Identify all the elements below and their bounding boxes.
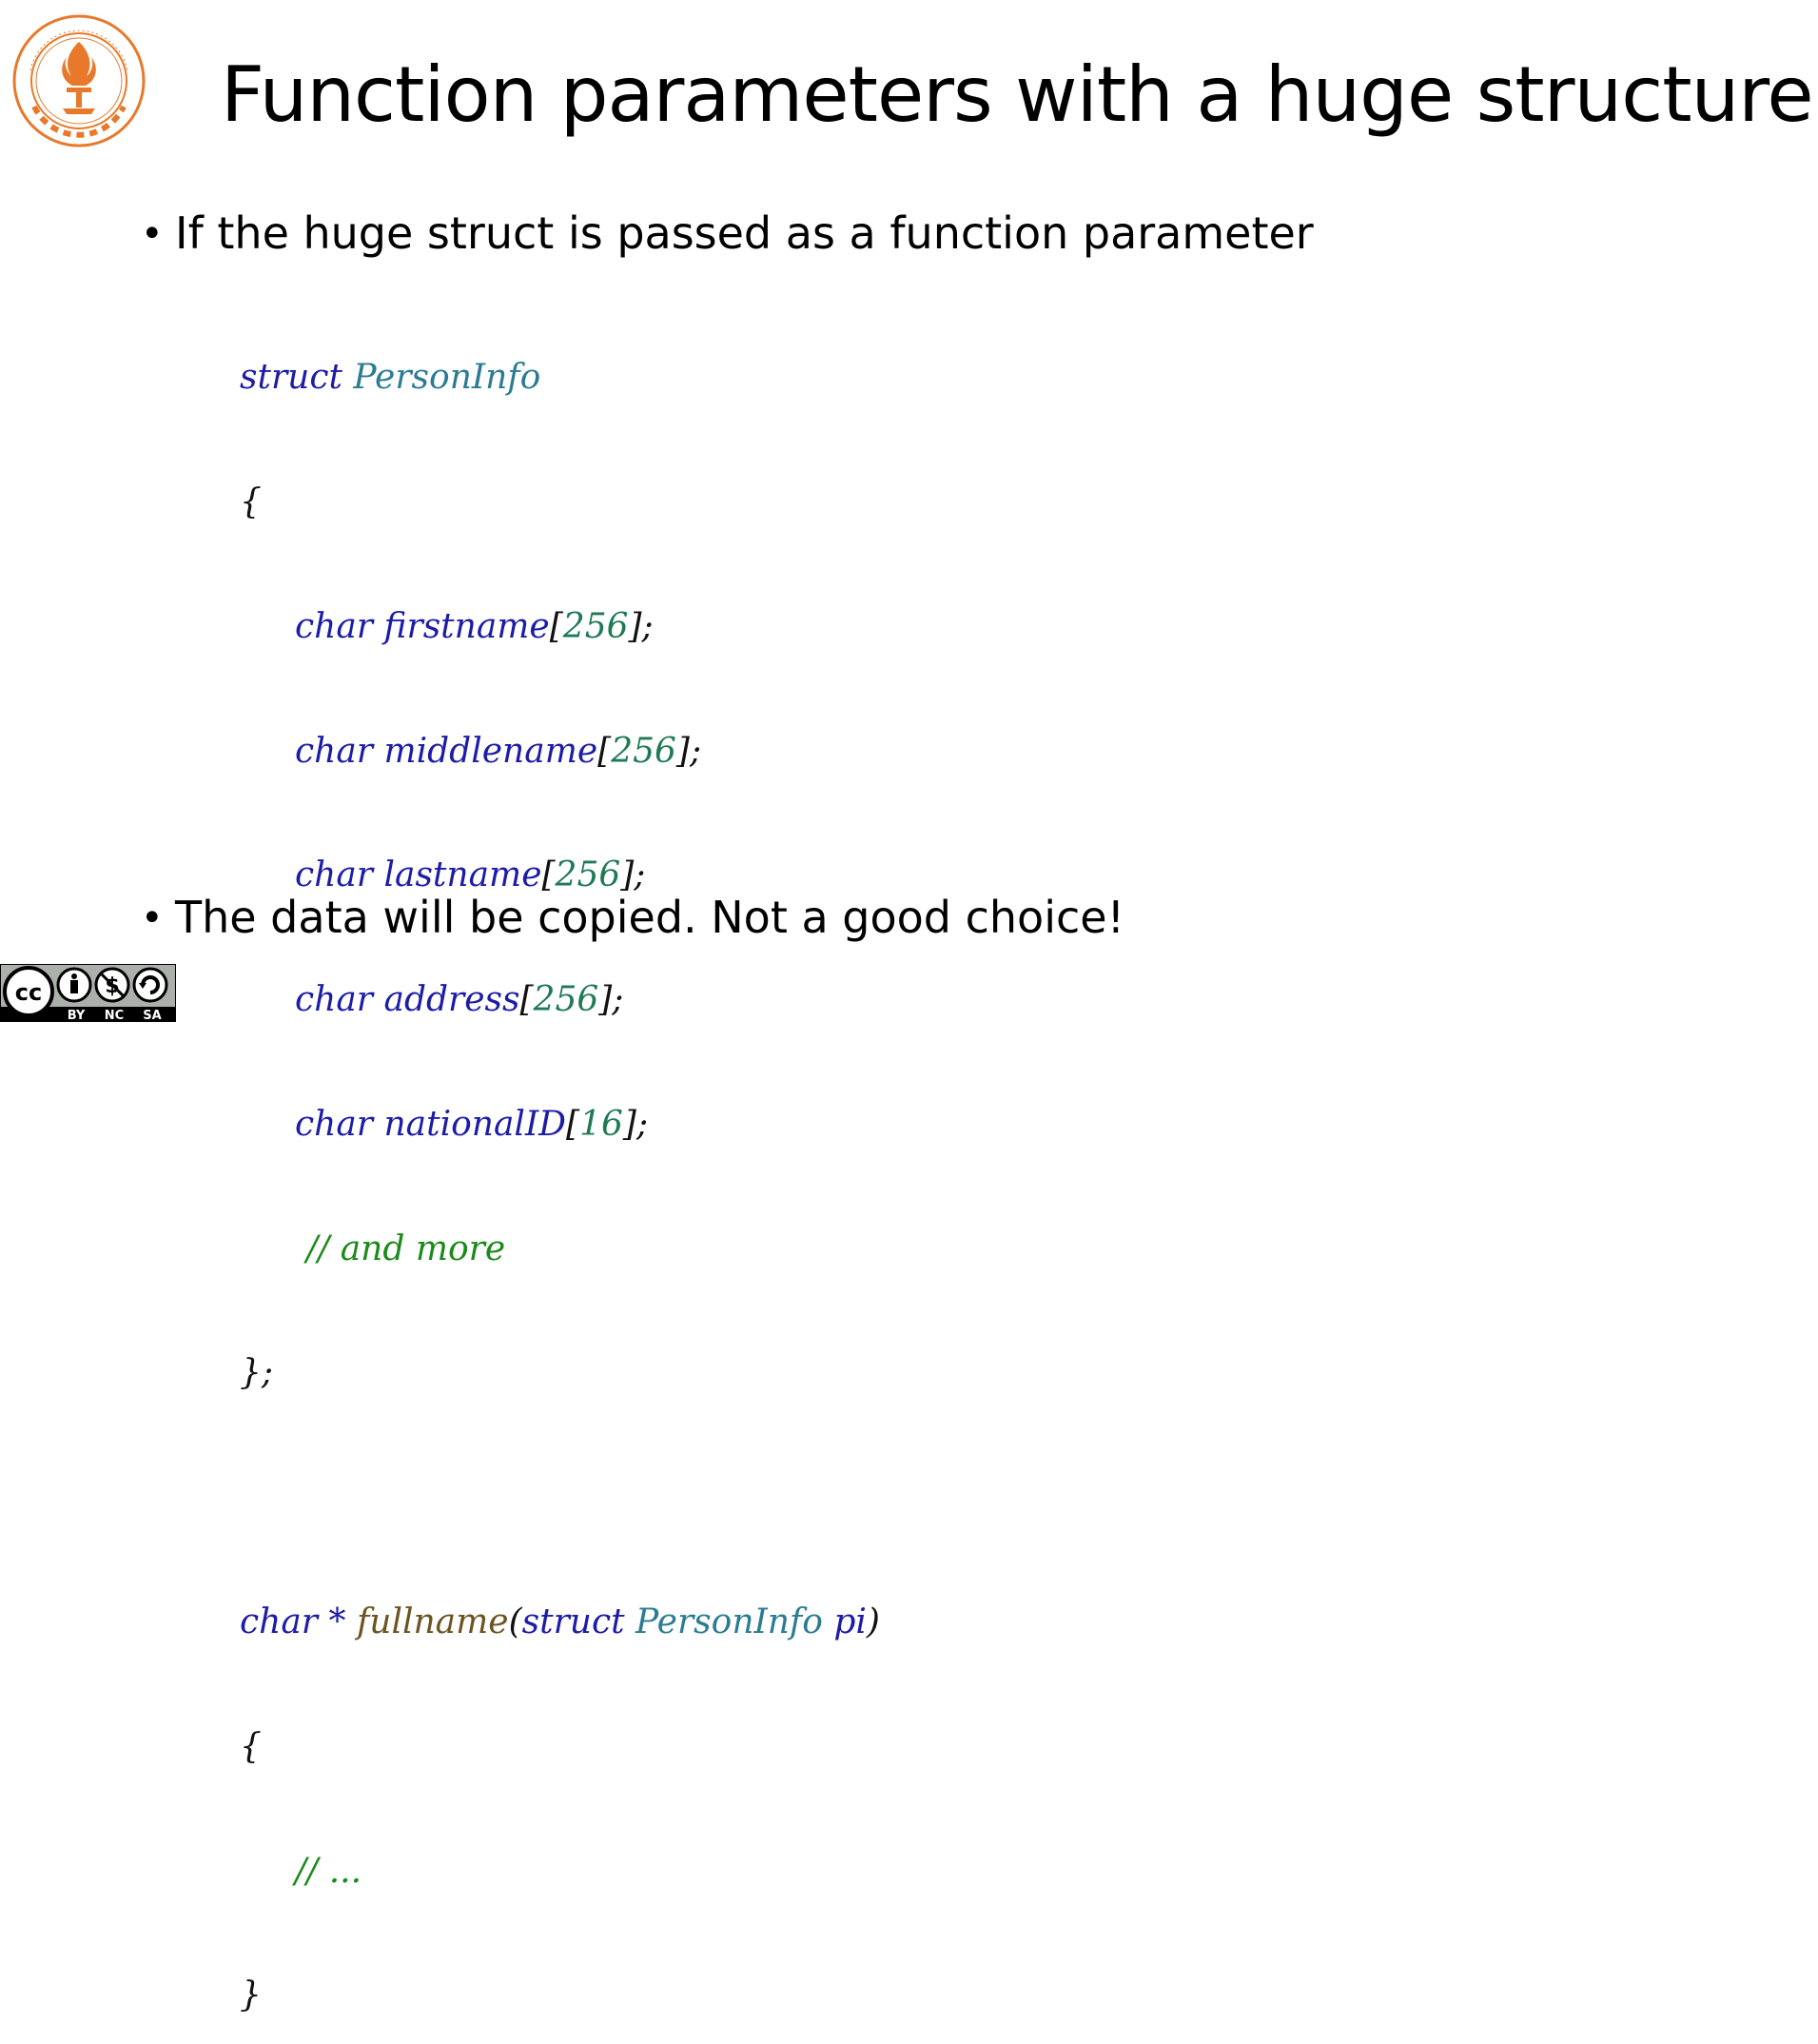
code-line: char * fullname(struct PersonInfo pi) — [240, 1602, 880, 1641]
code-comment: // and more — [306, 1228, 506, 1268]
bullet-item: • The data will be copied. Not a good cho… — [141, 889, 1124, 947]
cc-license-badge-icon[interactable]: cc $ BY NC SA — [0, 964, 176, 1022]
cc-label-by: BY — [68, 1009, 86, 1022]
bullet-item: • If the huge struct is passed as a funct… — [141, 205, 1314, 263]
code-line: char firstname[256]; — [295, 606, 654, 646]
code-block: struct PersonInfo { char firstname[256];… — [240, 274, 880, 2044]
slide-title: Function parameters with a huge structur… — [221, 50, 1814, 139]
code-line: struct PersonInfo — [240, 358, 541, 398]
code-comment: // ... — [295, 1851, 362, 1891]
bullet-dot: • — [141, 896, 164, 940]
code-line: { — [240, 482, 262, 521]
cc-label-sa: SA — [143, 1009, 161, 1022]
university-seal-icon — [12, 14, 146, 147]
bullet-text: If the huge struct is passed as a functi… — [175, 207, 1314, 259]
cc-mark: cc — [15, 979, 42, 1006]
bullet-dot: • — [141, 212, 164, 256]
code-line: char middlename[256]; — [295, 731, 702, 771]
code-line: { — [240, 1726, 262, 1766]
code-line: char nationalID[16]; — [295, 1104, 649, 1144]
cc-label-nc: NC — [105, 1009, 124, 1022]
code-line: } — [240, 1975, 262, 2015]
bullet-text: The data will be copied. Not a good choi… — [175, 892, 1125, 943]
code-line: }; — [240, 1353, 274, 1393]
code-line: char address[256]; — [295, 980, 624, 1020]
